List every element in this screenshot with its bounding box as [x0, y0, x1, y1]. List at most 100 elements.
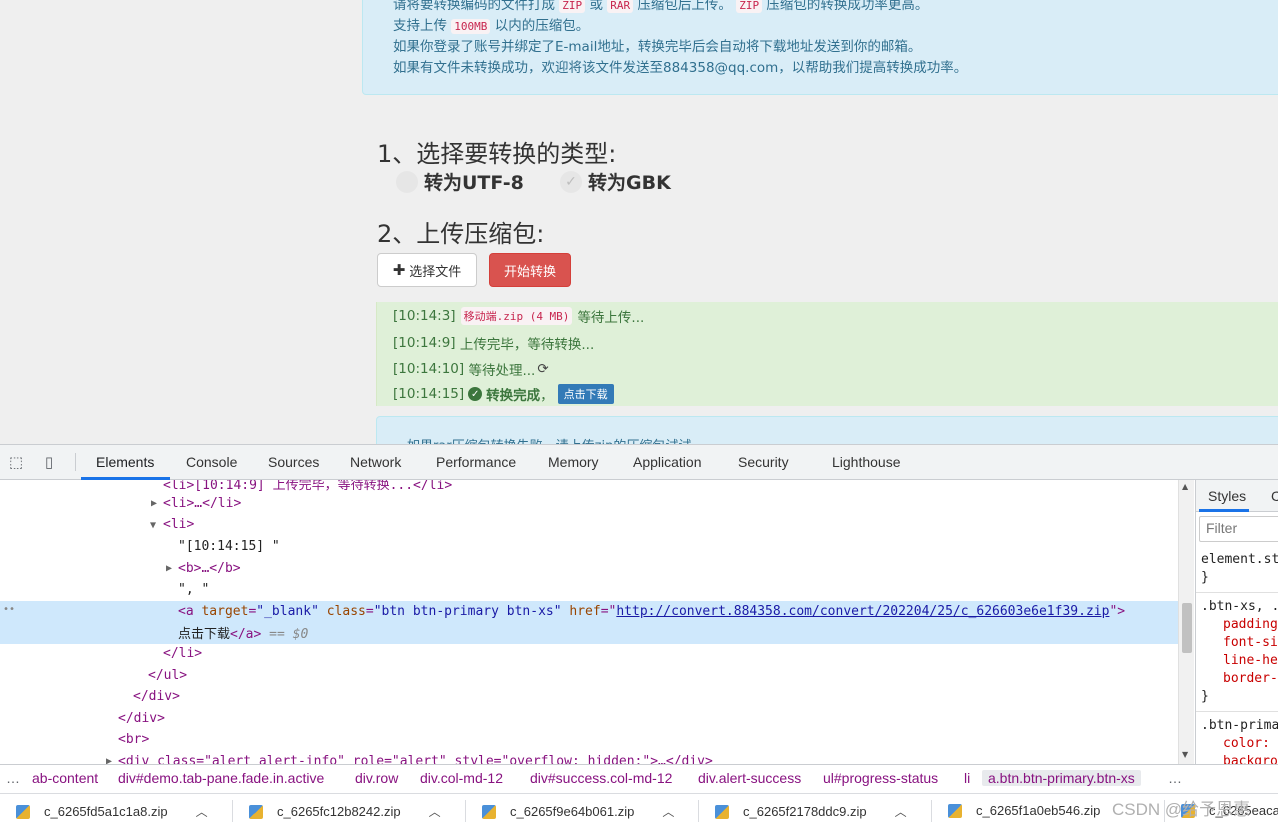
notice-line-1: 请将要转换编码的文件打成 ZIP 或 RAR 压缩包后上传。 ZIP 压缩包的转…	[393, 0, 929, 13]
tab-network[interactable]: Network	[350, 445, 401, 480]
href-link[interactable]: http://convert.884358.com/convert/202204…	[616, 604, 1109, 619]
style-property[interactable]: padding	[1223, 617, 1278, 632]
devtools-tabbar: ⬚ ▯ Elements Console Sources Network Per…	[0, 445, 1278, 480]
download-divider	[232, 800, 233, 822]
zip-file-icon	[249, 804, 263, 819]
dom-node[interactable]: <b>…</b>	[178, 561, 241, 576]
scroll-down-icon[interactable]: ▼	[1182, 750, 1188, 759]
download-button[interactable]: 点击下载	[557, 384, 614, 404]
expand-triangle-icon[interactable]: ▶	[166, 563, 172, 574]
progress-status: [10:14:3] 移动端.zip (4 MB) 等待上传... [10:14:…	[376, 302, 1278, 406]
expand-triangle-icon[interactable]: ▶	[151, 498, 157, 509]
upload-notice: 请将要转换编码的文件打成 ZIP 或 RAR 压缩包后上传。 ZIP 压缩包的转…	[362, 0, 1278, 95]
breadcrumb-item[interactable]: li	[964, 770, 970, 786]
dom-node[interactable]: <div class="alert alert-info" role="aler…	[118, 754, 713, 764]
refresh-icon: ⟳	[537, 361, 549, 377]
start-convert-button[interactable]: 开始转换	[489, 253, 571, 287]
breadcrumb-item[interactable]: div.row	[355, 770, 398, 786]
download-item[interactable]: c_6265fc12b8242.zip ︿	[249, 803, 441, 820]
dom-node[interactable]: </div>	[133, 689, 180, 704]
devtools-panel: ⬚ ▯ Elements Console Sources Network Per…	[0, 444, 1278, 823]
breadcrumb-scroll-right[interactable]: …	[1168, 770, 1182, 786]
download-divider	[698, 800, 699, 822]
dom-node-selected-text[interactable]: 点击下载</a> == $0	[178, 623, 308, 642]
dom-scrollbar[interactable]: ▲ ▼	[1178, 480, 1194, 764]
tab-lighthouse[interactable]: Lighthouse	[832, 445, 901, 480]
breadcrumb-item[interactable]: div.col-md-12	[420, 770, 503, 786]
inspect-element-icon[interactable]: ⬚	[7, 453, 25, 471]
tab-sources[interactable]: Sources	[268, 445, 319, 480]
dom-node[interactable]: </li>	[163, 646, 202, 661]
tab-application[interactable]: Application	[633, 445, 702, 480]
dom-node[interactable]: <li>[10:14:9] 上传完毕，等待转换...</li>	[163, 480, 452, 493]
chevron-up-icon[interactable]: ︿	[662, 803, 674, 820]
downloads-bar: c_6265fd5a1c1a8.zip ︿ c_6265fc12b8242.zi…	[0, 793, 1278, 823]
radio-checked-icon: ✓	[560, 170, 582, 193]
tab-memory[interactable]: Memory	[548, 445, 599, 480]
zip-file-icon	[482, 804, 496, 819]
tab-performance[interactable]: Performance	[436, 445, 516, 480]
tab-console[interactable]: Console	[186, 445, 237, 480]
style-property[interactable]: color:	[1223, 736, 1270, 751]
zip-file-icon	[16, 804, 30, 819]
expand-triangle-icon[interactable]: ▶	[106, 756, 112, 764]
collapse-triangle-icon[interactable]: ▼	[150, 520, 156, 531]
dom-node[interactable]: <br>	[118, 732, 149, 747]
check-circle-icon: ✓	[468, 387, 483, 401]
style-rule-brace: }	[1201, 689, 1209, 704]
scroll-up-icon[interactable]: ▲	[1182, 482, 1188, 491]
breadcrumb-item[interactable]: ul#progress-status	[823, 770, 938, 786]
styles-pane: Styles C Filter element.st } .btn-xs, . …	[1195, 480, 1278, 764]
tab-computed[interactable]: C	[1271, 488, 1278, 504]
dom-node[interactable]: </ul>	[148, 668, 187, 683]
plus-icon: ✚	[392, 261, 406, 279]
rar-notice: 如果rar压缩包转换失败，请上传zip的压缩包试试	[376, 416, 1278, 446]
radio-gbk[interactable]: ✓ 转为GBK	[560, 168, 671, 195]
dom-node[interactable]: <li>…</li>	[163, 496, 241, 511]
scrollbar-thumb[interactable]	[1182, 603, 1192, 653]
download-item[interactable]: c_6265fd5a1c1a8.zip ︿	[16, 803, 208, 820]
chevron-up-icon[interactable]: ︿	[429, 803, 441, 820]
choose-file-button[interactable]: ✚ 选择文件	[377, 253, 477, 287]
breadcrumb-item[interactable]: div.alert-success	[698, 770, 801, 786]
web-page: 请将要转换编码的文件打成 ZIP 或 RAR 压缩包后上传。 ZIP 压缩包的转…	[0, 0, 1278, 446]
style-property[interactable]: font-si	[1223, 635, 1278, 650]
breadcrumb-item[interactable]: ab-content	[32, 770, 98, 786]
download-item[interactable]: c_6265f1a0eb546.zip	[948, 803, 1100, 818]
download-divider	[465, 800, 466, 822]
node-menu-icon[interactable]: ••	[3, 604, 15, 615]
style-property[interactable]: border-	[1223, 671, 1278, 686]
download-item[interactable]: c_6265f9e64b061.zip ︿	[482, 803, 674, 820]
dom-node[interactable]: </div>	[118, 711, 165, 726]
radio-utf8[interactable]: 转为UTF-8	[396, 168, 524, 195]
breadcrumb-item[interactable]: div#success.col-md-12	[530, 770, 672, 786]
progress-item: [10:14:3] 移动端.zip (4 MB) 等待上传...	[393, 307, 645, 326]
dom-node-selected[interactable]: <a target="_blank" class="btn btn-primar…	[178, 604, 1125, 619]
dom-text-node[interactable]: ", "	[178, 582, 209, 597]
styles-filter-input[interactable]: Filter	[1199, 516, 1278, 542]
device-toolbar-icon[interactable]: ▯	[40, 453, 58, 471]
style-property[interactable]: line-he	[1223, 653, 1278, 668]
style-rule-selector: element.st	[1201, 552, 1278, 567]
dom-tree: •• <li>[10:14:9] 上传完毕，等待转换...</li> ▶ <li…	[0, 480, 1178, 764]
breadcrumb-item[interactable]: div#demo.tab-pane.fade.in.active	[118, 770, 324, 786]
dom-node[interactable]: <li>	[163, 517, 194, 532]
download-divider	[931, 800, 932, 822]
style-rule-brace: }	[1201, 570, 1209, 585]
toolbar-divider	[75, 453, 76, 471]
progress-item: [10:14:15] ✓ 转换完成， 点击下载	[393, 384, 614, 404]
chevron-up-icon[interactable]: ︿	[895, 803, 907, 820]
breadcrumb-item-selected[interactable]: a.btn.btn-primary.btn-xs	[982, 770, 1141, 786]
download-item[interactable]: c_6265f2178ddc9.zip ︿	[715, 803, 907, 820]
style-property[interactable]: backgro	[1223, 754, 1278, 764]
chevron-up-icon[interactable]: ︿	[196, 803, 208, 820]
breadcrumb-scroll-left[interactable]: …	[6, 770, 20, 786]
progress-item: [10:14:10] 等待处理... ⟳	[393, 361, 549, 379]
zip-file-icon	[715, 804, 729, 819]
styles-tab-indicator	[1199, 509, 1249, 512]
tab-elements[interactable]: Elements	[96, 445, 154, 480]
step1-title: 1、选择要转换的类型:	[377, 140, 617, 168]
tab-styles[interactable]: Styles	[1208, 488, 1246, 504]
dom-text-node[interactable]: "[10:14:15] "	[178, 539, 280, 554]
tab-security[interactable]: Security	[738, 445, 789, 480]
